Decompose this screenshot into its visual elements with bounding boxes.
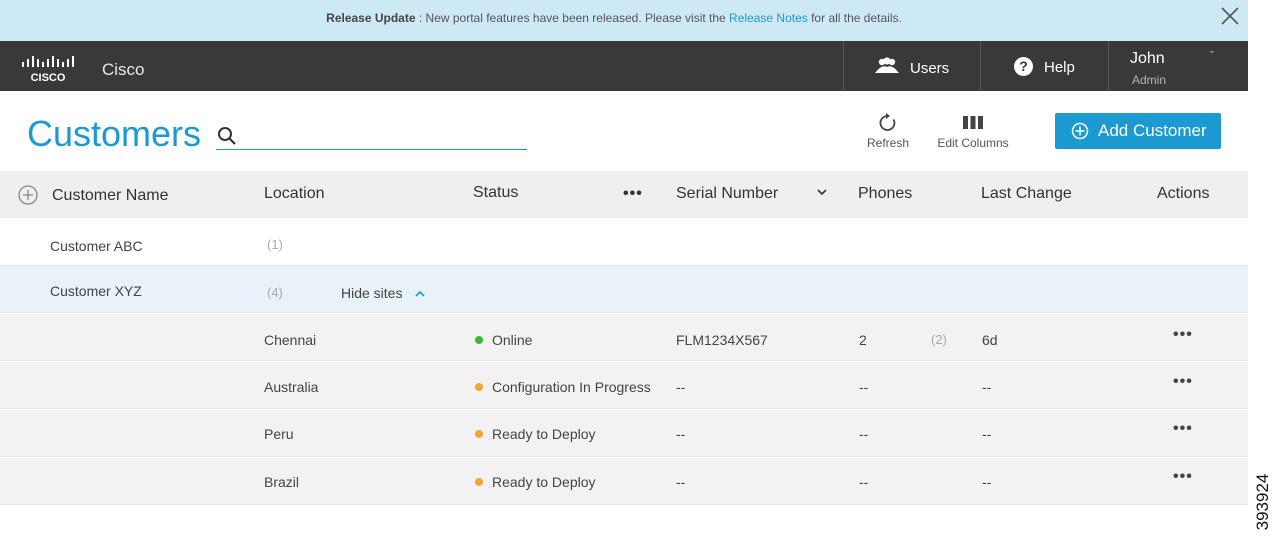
last-change: 6d — [982, 332, 998, 348]
status-pending-icon — [475, 383, 483, 391]
release-banner: Release Update : New portal features hav… — [0, 0, 1248, 41]
columns-icon — [963, 116, 983, 129]
chevron-down-icon[interactable] — [815, 185, 829, 199]
search-input[interactable] — [244, 123, 524, 147]
site-row[interactable]: Australia Configuration In Progress -- -… — [0, 362, 1248, 409]
customer-row[interactable]: Customer XYZ (4) Hide sites — [0, 266, 1248, 313]
help-label: Help — [1044, 59, 1075, 76]
site-location: Peru — [264, 426, 294, 442]
column-header-actions: Actions — [1157, 185, 1210, 202]
close-icon[interactable] — [1219, 5, 1241, 27]
last-change: -- — [982, 379, 992, 395]
banner-message-post: for all the details. — [807, 11, 902, 25]
site-location: Chennai — [264, 332, 317, 348]
status-column-menu-icon[interactable]: ••• — [623, 185, 643, 203]
status-label: Ready to Deploy — [492, 426, 596, 442]
column-header-location[interactable]: Location — [264, 185, 325, 203]
figure-id: 393924 — [1250, 466, 1272, 538]
users-label: Users — [910, 60, 950, 77]
column-header-status[interactable]: Status — [473, 184, 518, 202]
status-label: Online — [492, 332, 533, 348]
svg-text:CISCO: CISCO — [31, 72, 66, 82]
chevron-up-icon[interactable] — [413, 287, 427, 301]
brand-name: Cisco — [102, 60, 145, 79]
plus-circle-icon — [1071, 122, 1089, 140]
cisco-logo: CISCO — [22, 56, 74, 82]
phones-count: -- — [859, 379, 869, 395]
column-header-phones[interactable]: Phones — [858, 185, 912, 203]
site-row[interactable]: Peru Ready to Deploy -- -- -- ••• — [0, 410, 1248, 457]
phones-count: -- — [859, 474, 869, 490]
status-pending-icon — [475, 430, 483, 438]
serial-number: -- — [676, 426, 686, 442]
status-label: Configuration In Progress — [492, 379, 651, 395]
serial-number: -- — [676, 474, 686, 490]
banner-text: Release Update : New portal features hav… — [0, 11, 1228, 25]
table-header: Customer Name Location Status ••• Serial… — [0, 171, 1248, 218]
help-icon: ? — [1014, 57, 1033, 76]
add-customer-label: Add Customer — [1098, 121, 1207, 140]
site-status: Ready to Deploy — [475, 474, 596, 490]
phones-count: -- — [859, 426, 869, 442]
serial-number: -- — [676, 379, 686, 395]
site-status: Online — [475, 332, 532, 348]
banner-title: Release Update — [326, 11, 416, 25]
users-menu-button[interactable]: Users — [843, 41, 980, 91]
column-header-customer-name[interactable]: Customer Name — [52, 187, 168, 205]
edit-columns-label: Edit Columns — [937, 136, 1009, 150]
expand-all-icon[interactable] — [17, 184, 39, 206]
user-role: Admin — [1132, 73, 1167, 87]
hide-sites-link[interactable]: Hide sites — [341, 285, 402, 301]
row-actions-menu-icon[interactable]: ••• — [1173, 373, 1193, 391]
row-actions-menu-icon[interactable]: ••• — [1173, 468, 1193, 486]
last-change: -- — [982, 426, 992, 442]
phones-count: 2 — [859, 332, 867, 348]
column-header-serial-number[interactable]: Serial Number — [676, 185, 778, 203]
search-icon — [218, 127, 236, 145]
site-row[interactable]: Chennai Online FLM1234X567 2 (2) 6d ••• — [0, 314, 1248, 361]
site-location: Australia — [264, 379, 319, 395]
site-count: (4) — [267, 285, 283, 300]
serial-number: FLM1234X567 — [676, 332, 768, 348]
user-menu[interactable]: John Admin ˇ — [1108, 41, 1248, 91]
status-online-icon — [475, 336, 483, 344]
top-navigation-bar: CISCO Cisco Users ? Help John Admin ˇ — [0, 41, 1248, 91]
site-count: (1) — [267, 237, 283, 252]
chevron-down-icon[interactable]: ˇ — [1210, 50, 1214, 62]
phones-pending-count: (2) — [931, 332, 947, 347]
status-label: Ready to Deploy — [492, 474, 596, 490]
search-field[interactable] — [216, 121, 527, 150]
add-customer-button[interactable]: Add Customer — [1055, 113, 1221, 149]
site-row[interactable]: Brazil Ready to Deploy -- -- -- ••• — [0, 458, 1248, 505]
refresh-label: Refresh — [866, 136, 910, 150]
edit-columns-button[interactable]: Edit Columns — [933, 112, 1013, 150]
refresh-button[interactable]: Refresh — [862, 112, 914, 150]
customer-name[interactable]: Customer ABC — [50, 238, 143, 254]
users-icon — [875, 57, 899, 73]
figure-id-text: 393924 — [1253, 473, 1272, 531]
site-status: Ready to Deploy — [475, 426, 596, 442]
site-status: Configuration In Progress — [475, 379, 651, 395]
column-header-last-change[interactable]: Last Change — [981, 185, 1072, 203]
row-actions-menu-icon[interactable]: ••• — [1173, 326, 1193, 344]
customer-name[interactable]: Customer XYZ — [50, 283, 142, 299]
user-name: John — [1130, 50, 1165, 67]
banner-message-pre: : New portal features have been released… — [415, 11, 730, 25]
site-location: Brazil — [264, 474, 300, 490]
release-notes-link[interactable]: Release Notes — [729, 11, 808, 25]
row-actions-menu-icon[interactable]: ••• — [1173, 420, 1193, 438]
customer-row[interactable]: Customer ABC (1) — [0, 219, 1248, 266]
help-button[interactable]: ? Help — [980, 41, 1108, 91]
refresh-icon — [879, 113, 896, 131]
page-title: Customers — [27, 113, 202, 154]
status-pending-icon — [475, 478, 483, 486]
last-change: -- — [982, 474, 992, 490]
